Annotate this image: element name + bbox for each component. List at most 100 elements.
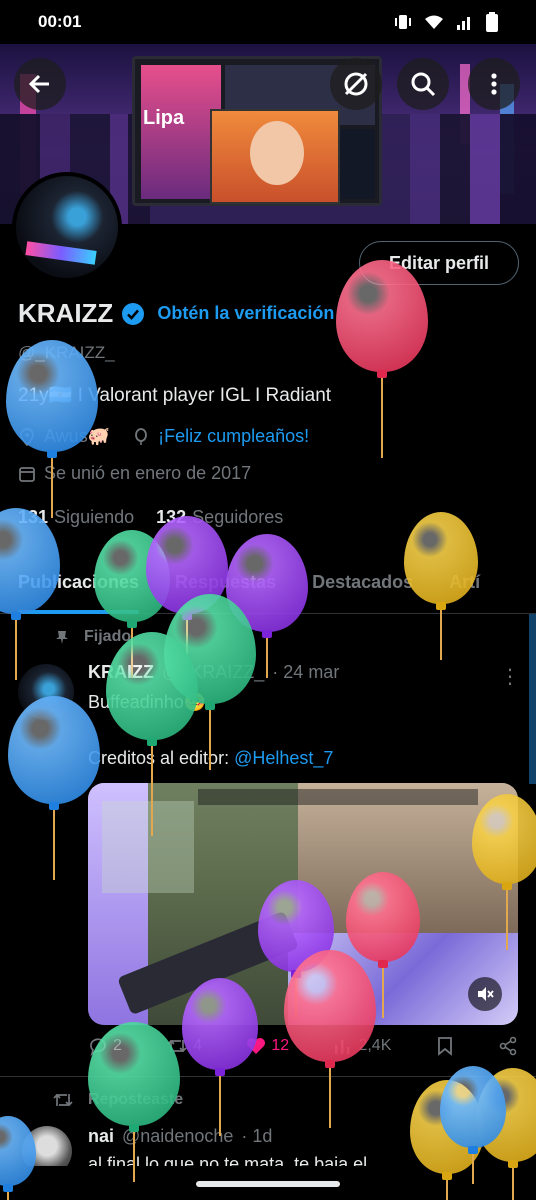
views-button[interactable]: 2,4K [333,1036,391,1056]
post-author-avatar[interactable] [18,664,74,720]
vibrate-icon [395,15,411,29]
following-link[interactable]: 131 Siguiendo [18,507,134,528]
video-minimap [102,801,194,893]
post-header: nai @naidenoche · 1d [88,1126,272,1147]
tab-active-indicator [18,610,140,614]
status-time: 00:01 [38,12,82,31]
gesture-handle[interactable] [196,1181,340,1187]
balloon-decoration [336,260,428,462]
share-icon [499,1036,517,1056]
tab-destacados[interactable]: Destacados [312,562,413,613]
balloon-string [329,1068,331,1128]
tab-respuestas[interactable]: Respuestas [175,562,276,613]
banner-portrait [210,109,340,204]
signal-icon [457,17,470,30]
balloon-knot [377,370,387,378]
followers-link[interactable]: 132 Seguidores [156,507,283,528]
tab-publicaciones[interactable]: Publicaciones [18,562,140,614]
balloon-body [476,1068,536,1162]
search-button[interactable] [397,58,449,110]
reply-count: 2 [113,1037,122,1054]
post-header: KRAIZZ @_KRAIZZ_ · 24 mar [88,662,339,683]
profile-joined: Se unió en enero de 2017 [44,463,252,483]
post-text: al final lo que no te mata, te baja el [88,1154,368,1166]
balloon-body [410,1080,484,1174]
get-verified-link[interactable]: Obtén la verificación [157,303,334,324]
post-date: · 1d [241,1126,273,1146]
arrow-left-icon [28,74,49,94]
balloon-string [440,610,442,660]
balloon-string [381,378,383,458]
balloon-string [15,620,17,680]
scrollbar[interactable] [529,614,536,784]
profile-handle: @_KRAIZZ_ [18,343,115,362]
notifications-off-icon [344,72,368,96]
pinned-label: Fijado [84,628,132,645]
profile-name-row: KRAIZZ Obtén la verificación [18,298,334,329]
post-author-handle: @naidenoche [122,1126,234,1146]
balloon-knot [49,802,59,810]
more-button[interactable] [468,58,520,110]
profile-meta-row: Awus🐖 ¡Feliz cumpleaños! [18,426,309,447]
balloon-knot [325,1060,335,1068]
balloon-decoration [164,594,256,774]
calendar-icon [19,466,35,482]
pin-icon [56,631,68,644]
post-author-name[interactable]: nai [88,1126,114,1147]
more-vertical-icon [491,73,497,95]
battery-icon [486,12,498,32]
heart-filled-icon [247,1038,266,1054]
mention-link[interactable]: @Helhest_7 [234,748,333,768]
post-more-button[interactable]: ⋮ [500,664,520,689]
balloon-knot [205,702,215,710]
wifi-icon [425,15,443,29]
mute-button[interactable] [330,58,382,110]
follow-stats: 131 Siguiendo 132 Seguidores [18,507,283,528]
speaker-muted-icon [478,987,494,1001]
views-count: 2,4K [358,1037,392,1054]
repost-label: Reposteaste [88,1091,184,1108]
balloon-knot [468,1146,478,1154]
post-divider [0,1076,536,1077]
tab-articulos[interactable]: Artí [449,562,480,613]
tab-label: Artí [449,572,481,592]
search-icon [411,72,436,97]
reply-icon [90,1038,106,1056]
post-text: Buffeadinho🤒 [88,692,207,712]
tab-label: Publicaciones [18,572,140,592]
followers-count: 132 [156,507,187,527]
bookmark-button[interactable] [436,1036,454,1056]
balloon-knot [47,450,57,458]
banner-portrait-face [250,121,304,185]
post-video[interactable] [88,783,518,1025]
repost-indicator: Reposteaste [52,1090,183,1110]
birthday-link[interactable]: ¡Feliz cumpleaños! [158,426,309,447]
repost-button[interactable]: 4 [166,1036,202,1056]
repost-count: 4 [193,1037,203,1054]
edit-profile-button[interactable]: Editar perfil [359,241,519,285]
status-bar: 00:01 [0,0,536,44]
bookmark-icon [437,1037,452,1056]
verified-badge-icon[interactable] [121,302,145,326]
back-button[interactable] [14,58,66,110]
balloon-icon [135,427,148,445]
location-icon [20,427,34,446]
share-button[interactable] [498,1036,518,1056]
post-author-handle: @_KRAIZZ_ [162,662,265,682]
like-button[interactable]: 12 [246,1036,289,1056]
balloon-decoration [8,696,100,884]
video-scene [298,783,518,933]
post-author-name[interactable]: KRAIZZ [88,662,154,683]
profile-bio: 21y🇦🇷 I Valorant player IGL I Radiant [18,385,332,406]
profile-avatar[interactable] [12,172,122,282]
status-icons [394,12,498,32]
post-actions: 2 4 12 2,4K [88,1036,518,1056]
reply-button[interactable]: 2 [88,1036,122,1056]
repost-icon [53,1093,73,1107]
video-mute-button[interactable] [468,977,502,1011]
balloon-knot [147,738,157,746]
views-icon [335,1040,350,1054]
balloon-knot [127,620,137,628]
post-text-credits: Creditos al editor: @Helhest_7 [88,748,333,769]
balloon-knot [215,1068,225,1076]
